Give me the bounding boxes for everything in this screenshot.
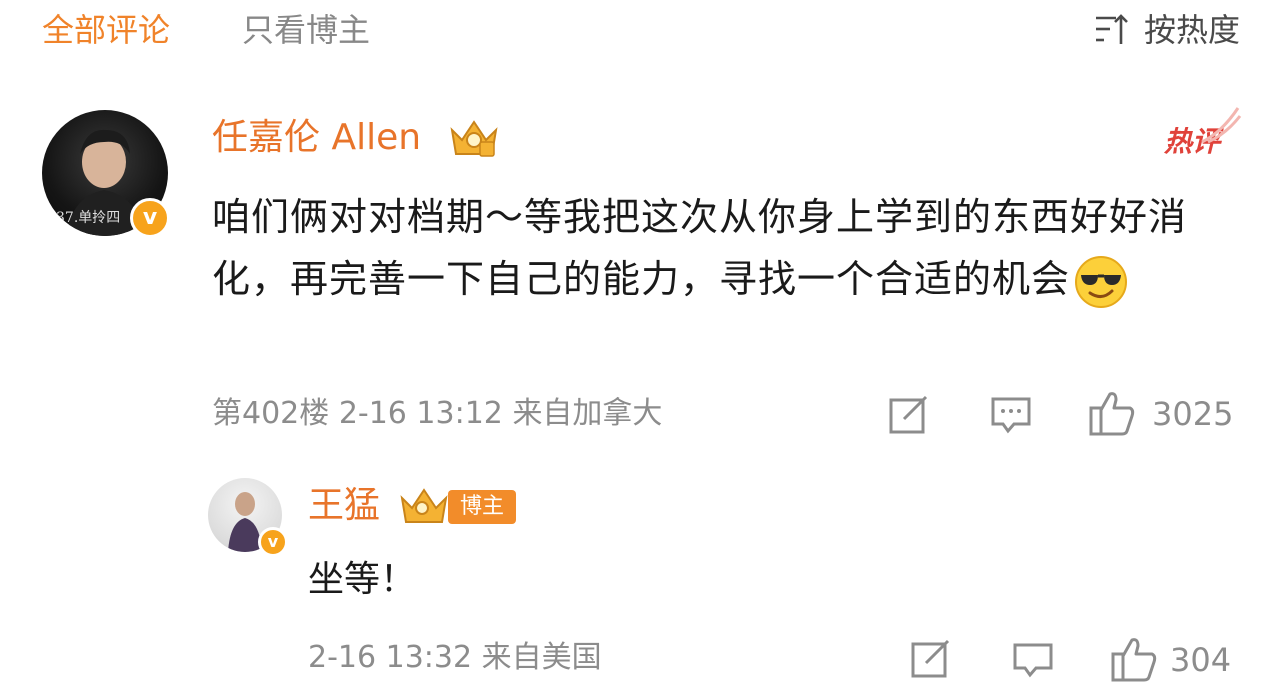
- sunglasses-emoji-icon: [1075, 255, 1128, 308]
- edit-icon[interactable]: [888, 394, 930, 436]
- v-verified-icon: v: [130, 198, 170, 238]
- crown-icon: [450, 120, 498, 157]
- sort-icon: [1095, 14, 1128, 44]
- crown-icon: [400, 488, 448, 523]
- comment-location: 来自加拿大: [512, 396, 663, 431]
- reply-username[interactable]: 王猛: [308, 482, 380, 530]
- like-icon[interactable]: [1110, 636, 1158, 682]
- comment-tabs: 全部评论 只看博主 按热度: [0, 0, 1284, 70]
- reply-text: 坐等！: [308, 559, 417, 600]
- comment-text-content: 咱们俩对对档期～等我把这次从你身上学到的东西好好消化，再完善一下自己的能力，寻找…: [212, 195, 1188, 301]
- sort-label: 按热度: [1143, 11, 1240, 49]
- like-icon[interactable]: [1088, 390, 1136, 436]
- comment-meta: 第402楼 2-16 13:12 来自加拿大: [212, 394, 662, 434]
- like-count: 3025: [1152, 395, 1234, 433]
- comment-text: 咱们俩对对档期～等我把这次从你身上学到的东西好好消化，再完善一下自己的能力，寻找…: [212, 186, 1252, 310]
- reply-location: 来自美国: [481, 640, 602, 675]
- edit-icon[interactable]: [910, 638, 952, 680]
- comment-time: 2-16 13:12: [338, 396, 503, 431]
- avatar-caption: 37.单拎四: [56, 210, 120, 226]
- comment-username[interactable]: 任嘉伦 Allen: [212, 114, 421, 162]
- v-verified-icon: v: [258, 527, 288, 557]
- sort-by-hot-button[interactable]: 按热度: [1094, 8, 1240, 52]
- comment-icon[interactable]: [990, 396, 1032, 434]
- tab-all-comments[interactable]: 全部评论: [42, 8, 170, 52]
- comment-icon[interactable]: [1012, 642, 1054, 678]
- tab-only-blogger[interactable]: 只看博主: [242, 8, 370, 52]
- reply-time: 2-16 13:32: [308, 640, 473, 675]
- comment-floor: 第402楼: [212, 396, 330, 431]
- reply-meta: 2-16 13:32 来自美国: [308, 638, 602, 678]
- blogger-badge: 博主: [448, 490, 517, 524]
- hot-wing-icon: [1201, 107, 1242, 144]
- reply-like-count: 304: [1170, 641, 1232, 679]
